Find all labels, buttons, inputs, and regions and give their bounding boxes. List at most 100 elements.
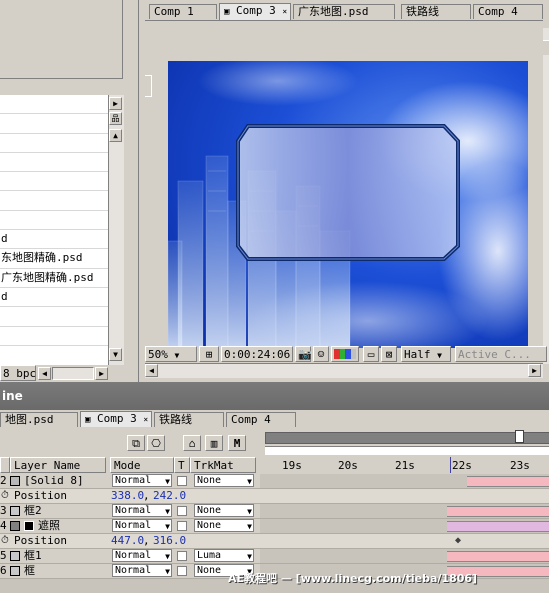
- layer-duration-track[interactable]: [260, 519, 549, 533]
- layer-name[interactable]: [Solid 8]: [24, 474, 84, 488]
- trkmat-dropdown[interactable]: None ▼: [194, 504, 254, 517]
- scroll-up-icon[interactable]: [543, 40, 549, 55]
- table-row[interactable]: 5 框1 Normal ▼ Luma ▼: [0, 549, 549, 564]
- table-row[interactable]: 3 框2 Normal ▼ None ▼: [0, 504, 549, 519]
- region-of-interest-icon[interactable]: ▭: [363, 346, 379, 362]
- mode-dropdown[interactable]: Normal ▼: [112, 519, 172, 532]
- layer-name[interactable]: 框: [24, 564, 35, 578]
- tab-railway[interactable]: 铁路线: [401, 4, 471, 19]
- mode-header[interactable]: Mode: [110, 457, 174, 473]
- view-dropdown[interactable]: Active C...: [455, 346, 547, 362]
- scroll-left-icon[interactable]: ◀: [145, 364, 158, 377]
- preserve-transparency-checkbox[interactable]: [177, 521, 187, 531]
- comp-canvas[interactable]: [168, 61, 528, 348]
- property-track[interactable]: [260, 489, 549, 503]
- trkmat-dropdown[interactable]: None ▼: [194, 519, 254, 532]
- layer-bar[interactable]: [467, 476, 549, 487]
- scroll-left-icon[interactable]: ◀: [38, 367, 51, 380]
- list-item[interactable]: 东地图精确.psd: [0, 249, 108, 269]
- position-x-value[interactable]: 338.0: [111, 489, 144, 503]
- scroll-up-icon[interactable]: ▲: [109, 129, 122, 142]
- list-item[interactable]: [0, 114, 108, 134]
- table-row[interactable]: 4 遮照 Normal ▼ None ▼: [0, 519, 549, 534]
- list-item[interactable]: [0, 307, 108, 327]
- layer-name-header[interactable]: Layer Name: [10, 457, 106, 473]
- work-area-bar[interactable]: [265, 432, 549, 444]
- list-item[interactable]: [0, 134, 108, 153]
- project-scrollbar[interactable]: ▶ 品 ▲ ▼: [108, 95, 124, 365]
- preserve-transparency-checkbox[interactable]: [177, 506, 187, 516]
- live-update-icon[interactable]: ⎔: [147, 435, 165, 451]
- channel-icon[interactable]: [331, 346, 359, 362]
- table-row[interactable]: ⏱ Position 447.0 , 316.0 ◆: [0, 534, 549, 549]
- mode-dropdown[interactable]: Normal ▼: [112, 504, 172, 517]
- tab-comp-1[interactable]: Comp 1: [149, 4, 217, 19]
- timecode-display[interactable]: 0:00:24:06: [221, 346, 293, 362]
- horizontal-scrollbar[interactable]: [52, 367, 94, 380]
- table-row[interactable]: ⏱ Position 338.0 , 242.0: [0, 489, 549, 504]
- project-file-list[interactable]: d 东地图精确.psd 广东地图精确.psd d: [0, 95, 109, 365]
- tab-comp-3[interactable]: ▣ Comp 3 ×: [80, 411, 152, 428]
- zoom-slider-track[interactable]: [265, 446, 549, 455]
- list-item[interactable]: [0, 153, 108, 173]
- preserve-transparency-checkbox[interactable]: [177, 566, 187, 576]
- scroll-down-icon[interactable]: ▼: [109, 348, 122, 361]
- layer-name[interactable]: 框2: [24, 504, 42, 518]
- layer-duration-track[interactable]: [260, 504, 549, 518]
- transparency-grid-icon[interactable]: ⊠: [381, 346, 397, 362]
- close-icon[interactable]: ×: [143, 415, 148, 424]
- tab-guangdong-map[interactable]: 广东地图.psd: [293, 4, 395, 19]
- layer-duration-track[interactable]: [260, 474, 549, 488]
- flowchart-icon[interactable]: 品: [109, 112, 122, 125]
- layer-duration-track[interactable]: [260, 549, 549, 563]
- layer-bar[interactable]: [447, 506, 549, 517]
- list-item[interactable]: d: [0, 230, 108, 250]
- stopwatch-icon[interactable]: ⏱: [1, 490, 9, 501]
- comp-viewer[interactable]: [145, 20, 543, 348]
- tab-comp-4[interactable]: Comp 4: [226, 412, 296, 427]
- current-time-indicator[interactable]: [450, 457, 451, 473]
- property-track[interactable]: ◆: [260, 534, 549, 548]
- comp-vertical-scrollbar[interactable]: [543, 28, 549, 364]
- scroll-right-icon[interactable]: ▶: [528, 364, 541, 377]
- mode-dropdown[interactable]: Normal ▼: [112, 549, 172, 562]
- table-row[interactable]: 2 [Solid 8] Normal ▼ None ▼: [0, 474, 549, 489]
- panel-menu-arrow-icon[interactable]: ▶: [109, 97, 122, 110]
- label-color-swatch[interactable]: [10, 506, 20, 516]
- draft-3d-icon[interactable]: ⌂: [183, 435, 201, 451]
- snapshot-icon[interactable]: 📷: [295, 346, 312, 362]
- frame-blending-icon[interactable]: ▥: [205, 435, 223, 451]
- mode-dropdown[interactable]: Normal ▼: [112, 564, 172, 577]
- label-color-swatch[interactable]: [10, 551, 20, 561]
- list-item[interactable]: 广东地图精确.psd: [0, 269, 108, 288]
- close-icon[interactable]: ×: [282, 7, 287, 16]
- comp-flowchart-icon[interactable]: ⧉: [127, 435, 145, 451]
- position-y-value[interactable]: 242.0: [153, 489, 186, 503]
- position-x-value[interactable]: 447.0: [111, 534, 144, 548]
- layer-name[interactable]: 框1: [24, 549, 42, 563]
- list-item[interactable]: [0, 95, 108, 115]
- stopwatch-icon[interactable]: ⏱: [1, 535, 9, 546]
- tab-comp-3[interactable]: ▣ Comp 3 ×: [219, 3, 291, 20]
- time-navigator-handle[interactable]: [515, 430, 524, 443]
- comp-horizontal-scrollbar[interactable]: ◀ ▶: [145, 363, 543, 378]
- tab-map-psd[interactable]: 地图.psd: [0, 412, 78, 427]
- list-item[interactable]: d: [0, 288, 108, 308]
- preserve-transparency-checkbox[interactable]: [177, 476, 187, 486]
- list-item[interactable]: [0, 211, 108, 231]
- tab-railway[interactable]: 铁路线: [154, 412, 224, 427]
- layer-bar[interactable]: [447, 551, 549, 562]
- scroll-right-icon[interactable]: ▶: [95, 367, 108, 380]
- trkmat-header[interactable]: TrkMat: [190, 457, 256, 473]
- motion-blur-icon[interactable]: M: [228, 435, 246, 451]
- trkmat-dropdown[interactable]: Luma ▼: [194, 549, 254, 562]
- t-header[interactable]: T: [174, 457, 190, 473]
- trkmat-dropdown[interactable]: None ▼: [194, 474, 254, 487]
- label-color-swatch[interactable]: [10, 521, 20, 531]
- magnification-dropdown[interactable]: 50% ▼: [145, 346, 197, 362]
- preserve-transparency-checkbox[interactable]: [177, 551, 187, 561]
- title-safe-icon[interactable]: ⊞: [199, 346, 219, 362]
- list-item[interactable]: [0, 327, 108, 346]
- show-snapshot-icon[interactable]: ☺: [313, 346, 329, 362]
- layer-name[interactable]: 遮照: [38, 519, 60, 533]
